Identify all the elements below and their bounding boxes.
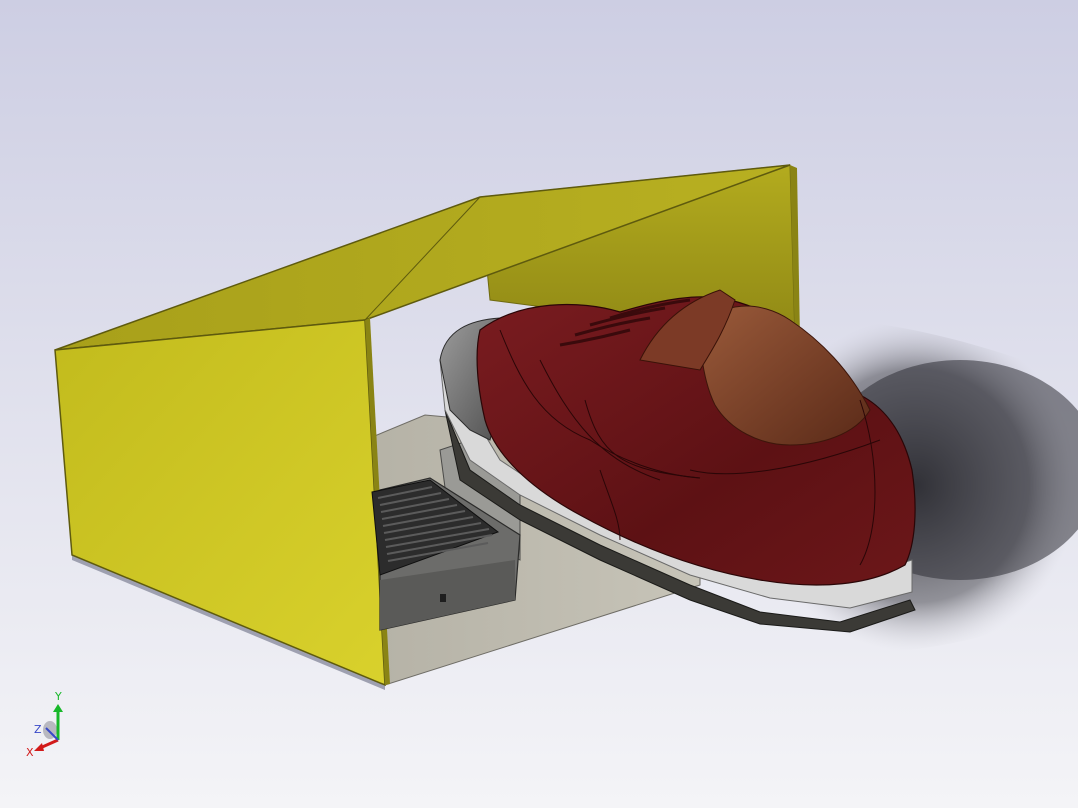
triad-y-label: Y [54,690,62,703]
coordinate-triad[interactable]: Y Z X [20,688,80,764]
triad-x-arrow [34,743,44,751]
triad-x-label: X [26,746,34,759]
pedal-screw [440,594,446,602]
triad-y-arrow [53,704,63,712]
3d-viewport[interactable]: Y Z X [0,0,1078,808]
triad-z-label: Z [34,723,42,736]
model-scene[interactable] [0,0,1078,808]
